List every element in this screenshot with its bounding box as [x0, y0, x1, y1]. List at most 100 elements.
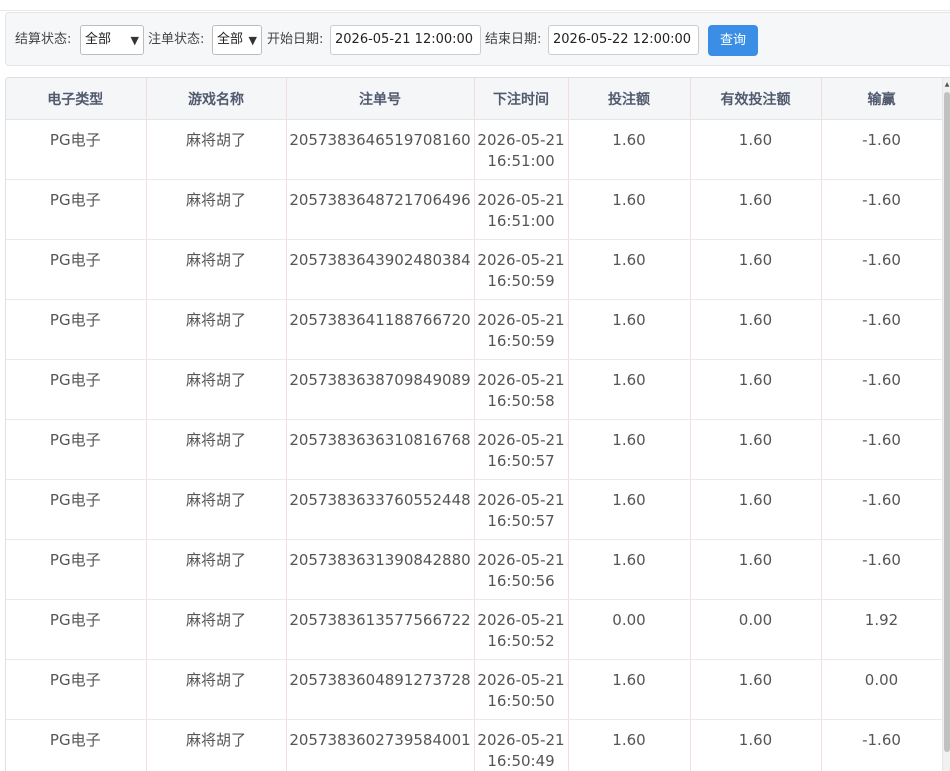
cell-valid-bet: 1.60 [690, 239, 822, 300]
cell-bet-amount: 1.60 [568, 239, 691, 300]
bet-date: 2026-05-21 [477, 731, 565, 749]
cell-bet-amount: 1.60 [568, 659, 691, 720]
order-status-select[interactable]: 全部 ▼ [212, 25, 262, 55]
scrollbar-thumb[interactable] [944, 92, 950, 752]
cell-bet-amount: 1.60 [568, 119, 691, 180]
cell-win-loss: -1.60 [821, 719, 943, 771]
cell-bet-amount: 1.60 [568, 299, 691, 360]
cell-win-loss: -1.60 [821, 479, 943, 540]
table-row[interactable]: PG电子 麻将胡了 2057383604891273728 2026-05-21… [6, 659, 943, 720]
end-date-label: 结束日期: [485, 32, 542, 47]
cell-win-loss: -1.60 [821, 299, 943, 360]
cell-game: 麻将胡了 [146, 119, 287, 180]
cell-valid-bet: 1.60 [690, 359, 822, 420]
bet-clock: 16:51:00 [487, 212, 555, 230]
cell-game: 麻将胡了 [146, 179, 287, 240]
end-date-input[interactable]: 2026-05-22 12:00:00 [548, 25, 699, 55]
cell-valid-bet: 1.60 [690, 419, 822, 480]
bet-clock: 16:50:52 [487, 632, 555, 650]
bet-date: 2026-05-21 [477, 371, 565, 389]
cell-bet-time: 2026-05-21 16:50:49 [474, 719, 569, 771]
bet-clock: 16:50:57 [487, 452, 555, 470]
settle-status-label: 结算状态: [15, 32, 72, 47]
table-row[interactable]: PG电子 麻将胡了 2057383613577566722 2026-05-21… [6, 599, 943, 660]
order-status-label: 注单状态: [148, 32, 205, 47]
cell-order-no: 2057383638709849089 [286, 359, 475, 420]
records-table: 电子类型 游戏名称 注单号 下注时间 投注额 有效投注额 输赢 PG电子 麻将胡… [6, 78, 943, 771]
cell-valid-bet: 1.60 [690, 179, 822, 240]
cell-win-loss: -1.60 [821, 419, 943, 480]
cell-game: 麻将胡了 [146, 239, 287, 300]
chevron-down-icon: ▼ [248, 34, 257, 47]
bet-clock: 16:50:59 [487, 332, 555, 350]
cell-order-no: 2057383631390842880 [286, 539, 475, 600]
table-row[interactable]: PG电子 麻将胡了 2057383641188766720 2026-05-21… [6, 299, 943, 360]
cell-order-no: 2057383604891273728 [286, 659, 475, 720]
cell-game: 麻将胡了 [146, 359, 287, 420]
cell-bet-amount: 1.60 [568, 539, 691, 600]
column-header-type[interactable]: 电子类型 [6, 78, 147, 120]
column-header-bet-amount[interactable]: 投注额 [568, 78, 691, 120]
cell-win-loss: 1.92 [821, 599, 943, 660]
cell-type: PG电子 [6, 119, 147, 180]
column-header-bet-time[interactable]: 下注时间 [474, 78, 569, 120]
scroll-up-arrow-icon[interactable]: ▲ [943, 81, 950, 89]
cell-win-loss: -1.60 [821, 539, 943, 600]
bet-date: 2026-05-21 [477, 311, 565, 329]
table-row[interactable]: PG电子 麻将胡了 2057383631390842880 2026-05-21… [6, 539, 943, 600]
cell-type: PG电子 [6, 539, 147, 600]
cell-type: PG电子 [6, 299, 147, 360]
table-row[interactable]: PG电子 麻将胡了 2057383638709849089 2026-05-21… [6, 359, 943, 420]
top-divider [0, 0, 950, 11]
table-row[interactable]: PG电子 麻将胡了 2057383636310816768 2026-05-21… [6, 419, 943, 480]
bet-clock: 16:50:49 [487, 752, 555, 770]
cell-order-no: 2057383633760552448 [286, 479, 475, 540]
cell-type: PG电子 [6, 179, 147, 240]
table-row[interactable]: PG电子 麻将胡了 2057383633760552448 2026-05-21… [6, 479, 943, 540]
query-button[interactable]: 查询 [708, 25, 758, 56]
column-header-order-no[interactable]: 注单号 [286, 78, 475, 120]
cell-game: 麻将胡了 [146, 719, 287, 771]
cell-type: PG电子 [6, 599, 147, 660]
column-header-game[interactable]: 游戏名称 [146, 78, 287, 120]
bet-date: 2026-05-21 [477, 431, 565, 449]
cell-game: 麻将胡了 [146, 599, 287, 660]
bet-records-table: 电子类型 游戏名称 注单号 下注时间 投注额 有效投注额 输赢 PG电子 麻将胡… [5, 77, 950, 771]
bet-clock: 16:50:59 [487, 272, 555, 290]
cell-type: PG电子 [6, 479, 147, 540]
cell-type: PG电子 [6, 719, 147, 771]
cell-order-no: 2057383602739584001 [286, 719, 475, 771]
table-row[interactable]: PG电子 麻将胡了 2057383648721706496 2026-05-21… [6, 179, 943, 240]
cell-valid-bet: 1.60 [690, 299, 822, 360]
settle-status-select[interactable]: 全部 ▼ [80, 25, 144, 55]
cell-order-no: 2057383613577566722 [286, 599, 475, 660]
cell-type: PG电子 [6, 359, 147, 420]
table-row[interactable]: PG电子 麻将胡了 2057383602739584001 2026-05-21… [6, 719, 943, 771]
start-date-input[interactable]: 2026-05-21 12:00:00 [330, 25, 481, 55]
order-status-value: 全部 [217, 32, 244, 47]
filter-bar: 结算状态: 全部 ▼ 注单状态: 全部 ▼ 开始日期: 2026-05-21 1… [5, 12, 950, 66]
cell-game: 麻将胡了 [146, 299, 287, 360]
cell-win-loss: -1.60 [821, 179, 943, 240]
cell-order-no: 2057383643902480384 [286, 239, 475, 300]
bet-clock: 16:50:58 [487, 392, 555, 410]
column-header-win-loss[interactable]: 输赢 [821, 78, 943, 120]
cell-type: PG电子 [6, 239, 147, 300]
cell-valid-bet: 1.60 [690, 479, 822, 540]
table-row[interactable]: PG电子 麻将胡了 2057383643902480384 2026-05-21… [6, 239, 943, 300]
start-date-label: 开始日期: [267, 32, 324, 47]
vertical-scrollbar[interactable]: ▲ [942, 78, 950, 771]
cell-bet-time: 2026-05-21 16:50:52 [474, 599, 569, 660]
bet-date: 2026-05-21 [477, 671, 565, 689]
bet-date: 2026-05-21 [477, 551, 565, 569]
bet-date: 2026-05-21 [477, 491, 565, 509]
bet-clock: 16:50:50 [487, 692, 555, 710]
cell-order-no: 2057383648721706496 [286, 179, 475, 240]
column-header-valid-bet[interactable]: 有效投注额 [690, 78, 822, 120]
cell-type: PG电子 [6, 659, 147, 720]
table-row[interactable]: PG电子 麻将胡了 2057383646519708160 2026-05-21… [6, 119, 943, 180]
bet-date: 2026-05-21 [477, 611, 565, 629]
cell-win-loss: -1.60 [821, 239, 943, 300]
bet-clock: 16:51:00 [487, 152, 555, 170]
cell-order-no: 2057383636310816768 [286, 419, 475, 480]
